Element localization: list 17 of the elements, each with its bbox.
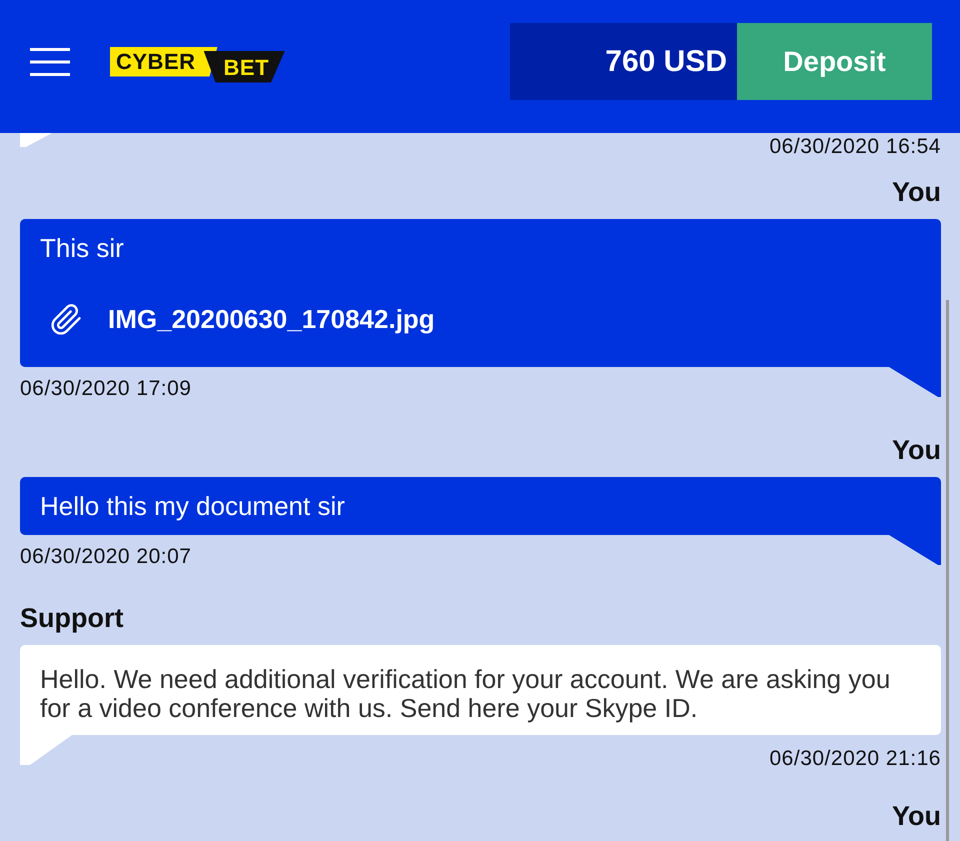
message-time: 06/30/2020 16:54	[770, 134, 941, 160]
attachment-link[interactable]: IMG_20200630_170842.jpg	[108, 304, 435, 334]
message-author: You	[892, 800, 941, 833]
message-time: 06/30/2020 17:09	[20, 376, 192, 402]
bubble-tail	[20, 133, 52, 147]
message-author: Support	[20, 602, 124, 635]
message-time: 06/30/2020 21:16	[770, 746, 941, 772]
message-author: You	[892, 176, 941, 209]
message-time: 06/30/2020 20:07	[20, 544, 192, 570]
balance-display: 760 USD	[510, 23, 737, 100]
message-text: Hello. We need additional verification for your account. We are asking you for a video conference with us. Send here your Skype ID.	[40, 665, 892, 723]
message-text: This sir	[40, 233, 125, 263]
logo[interactable]: CYBER BET	[110, 40, 286, 82]
message-author: You	[892, 434, 941, 467]
menu-icon[interactable]	[30, 46, 70, 76]
scrollbar[interactable]	[946, 300, 949, 841]
message-text: Hello this my document sir	[40, 491, 346, 521]
